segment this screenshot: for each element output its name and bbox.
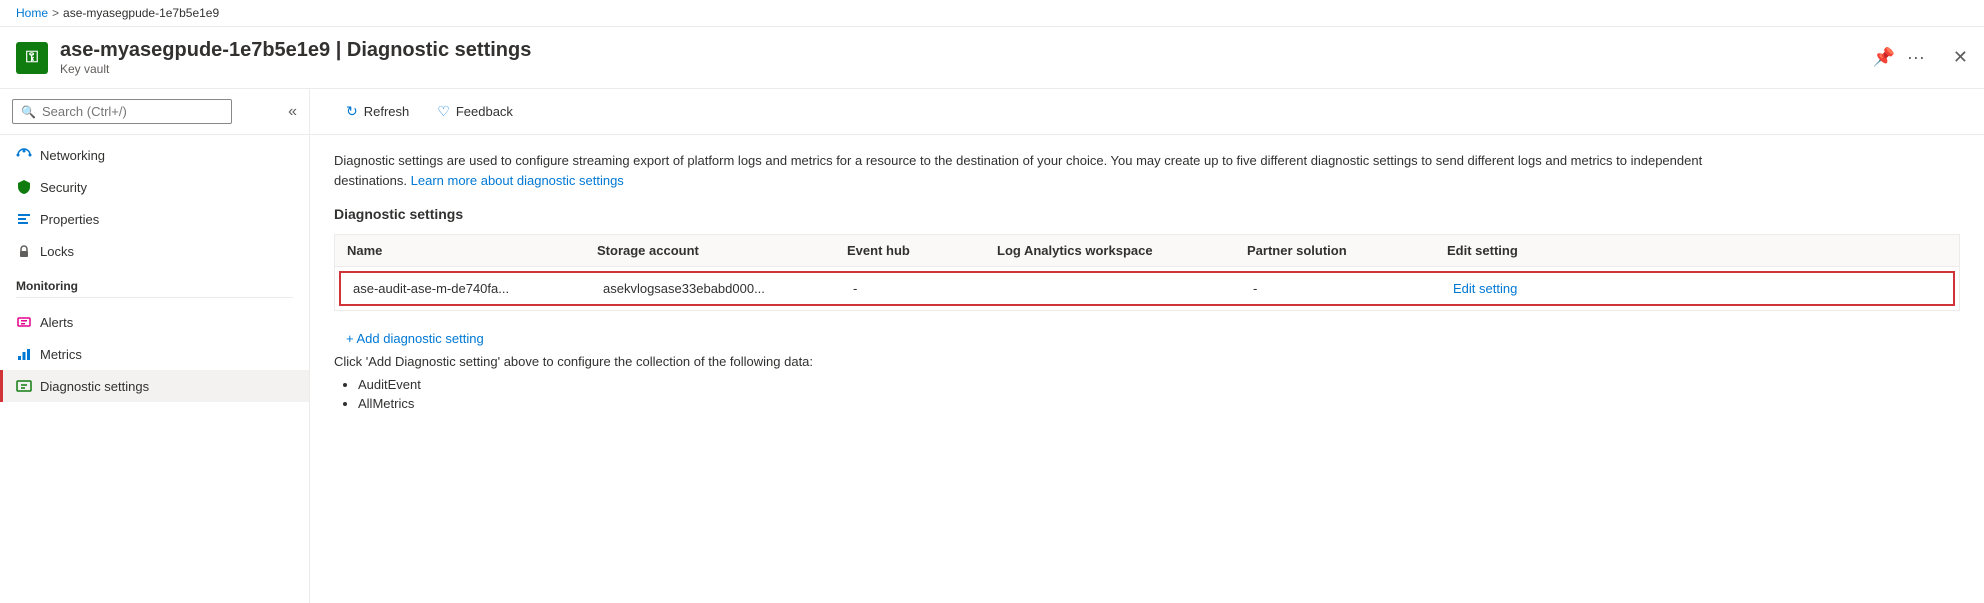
- refresh-label: Refresh: [364, 104, 410, 119]
- app-container: Home > ase-myasegpude-1e7b5e1e9 ⚿ ase-my…: [0, 0, 1984, 603]
- breadcrumb-resource: ase-myasegpude-1e7b5e1e9: [63, 6, 219, 20]
- table-row-selected[interactable]: ase-audit-ase-m-de740fa... asekvlogsase3…: [339, 271, 1955, 306]
- page-content: Diagnostic settings are used to configur…: [310, 135, 1984, 603]
- main-content: ↻ Refresh ♡ Feedback Diagnostic settings…: [310, 89, 1984, 603]
- table-row: ase-audit-ase-m-de740fa... asekvlogsase3…: [341, 273, 1953, 304]
- resource-icon-symbol: ⚿: [26, 49, 38, 67]
- sidebar-item-diagnostic-settings-label: Diagnostic settings: [40, 379, 149, 394]
- feedback-button[interactable]: ♡ Feedback: [425, 97, 525, 126]
- sidebar-item-security-label: Security: [40, 180, 87, 195]
- properties-icon: [16, 211, 32, 227]
- bottom-description: Click 'Add Diagnostic setting' above to …: [334, 354, 1960, 369]
- page-header: ⚿ ase-myasegpude-1e7b5e1e9 | Diagnostic …: [0, 27, 1984, 89]
- sidebar-item-locks[interactable]: Locks: [0, 235, 309, 267]
- header-actions: 📌 ··· ✕: [1873, 47, 1969, 68]
- cell-name: ase-audit-ase-m-de740fa...: [353, 281, 603, 296]
- feedback-label: Feedback: [456, 104, 513, 119]
- sidebar-item-security[interactable]: Security: [0, 171, 309, 203]
- refresh-icon: ↻: [346, 103, 358, 120]
- refresh-button[interactable]: ↻ Refresh: [334, 97, 421, 126]
- breadcrumb-home[interactable]: Home: [16, 6, 48, 20]
- header-subtitle: Key vault: [60, 62, 1861, 76]
- cell-storage: asekvlogsase33ebabd000...: [603, 281, 853, 296]
- cell-partner: -: [1253, 281, 1453, 296]
- main-layout: 🔍 « Networking Security: [0, 89, 1984, 603]
- toolbar: ↻ Refresh ♡ Feedback: [310, 89, 1984, 135]
- sidebar-item-properties-label: Properties: [40, 212, 99, 227]
- col-loganalytics: Log Analytics workspace: [997, 243, 1247, 258]
- title-separator: |: [336, 39, 347, 61]
- cell-edit[interactable]: Edit setting: [1453, 281, 1603, 296]
- add-diagnostic-setting-link[interactable]: + Add diagnostic setting: [334, 323, 1960, 354]
- security-icon: [16, 179, 32, 195]
- resource-name: ase-myasegpude-1e7b5e1e9: [60, 39, 330, 61]
- sidebar-search-area: 🔍 «: [0, 89, 309, 135]
- edit-setting-link[interactable]: Edit setting: [1453, 281, 1517, 296]
- col-eventhub: Event hub: [847, 243, 997, 258]
- networking-icon: [16, 147, 32, 163]
- search-icon: 🔍: [21, 105, 36, 119]
- table-header: Name Storage account Event hub Log Analy…: [335, 235, 1959, 267]
- sidebar: 🔍 « Networking Security: [0, 89, 310, 603]
- breadcrumb: Home > ase-myasegpude-1e7b5e1e9: [0, 0, 1984, 27]
- list-item-auditevent: AuditEvent: [358, 377, 1960, 392]
- alerts-icon: [16, 314, 32, 330]
- resource-icon: ⚿: [16, 42, 48, 74]
- section-title: Diagnostic settings: [334, 206, 1960, 222]
- monitoring-section-label: Monitoring: [0, 267, 309, 297]
- learn-more-link[interactable]: Learn more about diagnostic settings: [411, 173, 624, 188]
- sidebar-item-properties[interactable]: Properties: [0, 203, 309, 235]
- cell-eventhub: -: [853, 281, 1003, 296]
- header-title-block: ase-myasegpude-1e7b5e1e9 | Diagnostic se…: [60, 39, 1861, 76]
- metrics-icon: [16, 346, 32, 362]
- sidebar-item-metrics-label: Metrics: [40, 347, 82, 362]
- sidebar-item-alerts-label: Alerts: [40, 315, 73, 330]
- locks-icon: [16, 243, 32, 259]
- page-title: ase-myasegpude-1e7b5e1e9 | Diagnostic se…: [60, 39, 1861, 62]
- diagnostic-settings-icon: [16, 378, 32, 394]
- close-icon[interactable]: ✕: [1953, 47, 1968, 68]
- sidebar-item-alerts[interactable]: Alerts: [0, 306, 309, 338]
- more-options-icon[interactable]: ···: [1907, 47, 1925, 68]
- data-types-list: AuditEvent AllMetrics: [334, 377, 1960, 411]
- col-edit: Edit setting: [1447, 243, 1597, 258]
- feedback-icon: ♡: [437, 103, 450, 120]
- col-storage: Storage account: [597, 243, 847, 258]
- page-title-text: Diagnostic settings: [347, 39, 531, 61]
- pin-icon[interactable]: 📌: [1873, 47, 1895, 68]
- search-input[interactable]: [42, 104, 202, 119]
- sidebar-item-networking-label: Networking: [40, 148, 105, 163]
- col-partner: Partner solution: [1247, 243, 1447, 258]
- search-box[interactable]: 🔍: [12, 99, 232, 124]
- sidebar-nav: Networking Security Properties: [0, 135, 309, 603]
- sidebar-collapse-button[interactable]: «: [288, 103, 297, 121]
- bottom-section: Click 'Add Diagnostic setting' above to …: [334, 354, 1960, 431]
- diagnostic-settings-table: Name Storage account Event hub Log Analy…: [334, 234, 1960, 311]
- sidebar-item-networking[interactable]: Networking: [0, 139, 309, 171]
- breadcrumb-separator: >: [52, 6, 59, 20]
- sidebar-item-metrics[interactable]: Metrics: [0, 338, 309, 370]
- sidebar-item-diagnostic-settings[interactable]: Diagnostic settings: [0, 370, 309, 402]
- list-item-allmetrics: AllMetrics: [358, 396, 1960, 411]
- col-name: Name: [347, 243, 597, 258]
- description-text: Diagnostic settings are used to configur…: [334, 151, 1734, 190]
- sidebar-item-locks-label: Locks: [40, 244, 74, 259]
